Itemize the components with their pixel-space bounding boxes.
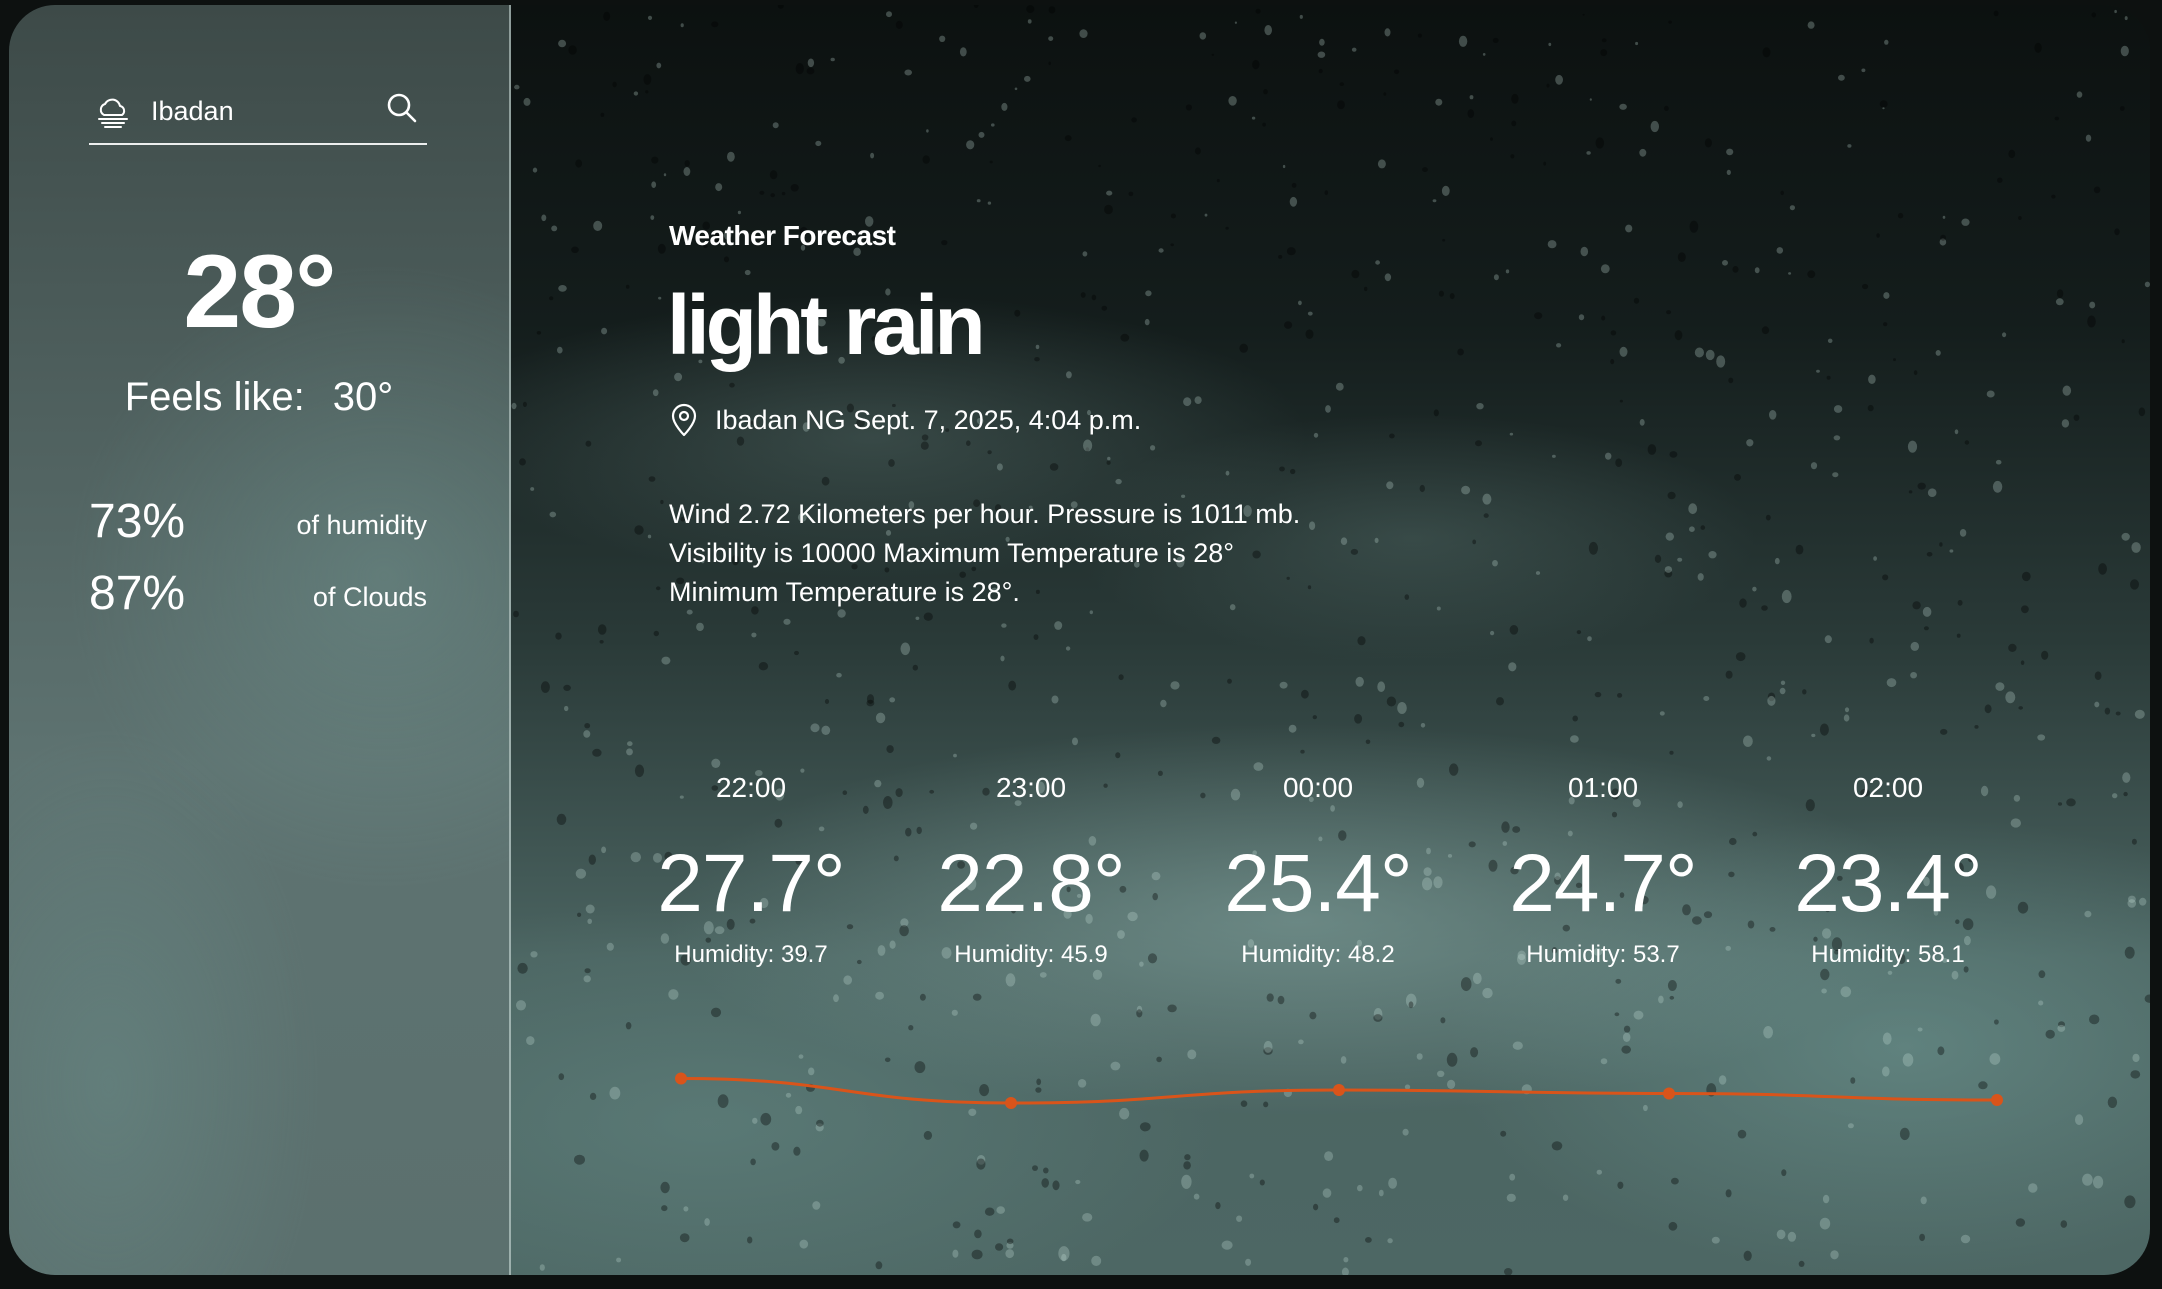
section-eyebrow: Weather Forecast	[669, 220, 896, 251]
location-datetime: Ibadan NG Sept. 7, 2025, 4:04 p.m.	[715, 404, 1142, 435]
hourly-forecast: 22:00 27.7° Humidity: 39.7 23:00 22.8° H…	[611, 770, 2111, 990]
search-bar[interactable]	[89, 85, 427, 145]
trend-point	[1005, 1097, 1017, 1109]
hourly-item: 02:00 23.4° Humidity: 58.1	[1748, 770, 2028, 970]
cloud-icon	[98, 98, 128, 128]
hourly-item: 00:00 25.4° Humidity: 48.2	[1178, 770, 1458, 970]
trend-point	[1663, 1087, 1675, 1100]
hour-temperature: 25.4°	[1224, 838, 1412, 929]
hour-temperature: 23.4°	[1794, 838, 1982, 929]
clouds-label: of Clouds	[312, 582, 427, 612]
description-line: Minimum Temperature is 28°.	[669, 577, 1020, 607]
clouds-value: 87%	[89, 567, 186, 620]
weather-condition: light rain	[667, 278, 986, 372]
hour-humidity: Humidity: 58.1	[1811, 941, 1965, 968]
hourly-item: 23:00 22.8° Humidity: 45.9	[891, 770, 1171, 970]
forecast-panel: Weather Forecast light rain Ibadan NG Se…	[511, 5, 2150, 1275]
hour-time: 00:00	[1282, 772, 1354, 803]
weather-description: Wind 2.72 Kilometers per hour. Pressure …	[669, 495, 1429, 612]
current-temperature: 28°	[183, 234, 336, 350]
hour-temperature: 22.8°	[937, 838, 1125, 929]
hour-humidity: Humidity: 45.9	[954, 941, 1108, 968]
hour-humidity: Humidity: 48.2	[1241, 941, 1395, 968]
hour-humidity: Humidity: 53.7	[1526, 941, 1680, 968]
hour-temperature: 24.7°	[1509, 838, 1697, 929]
trend-point	[675, 1072, 687, 1085]
hour-time: 01:00	[1567, 772, 1639, 803]
search-icon[interactable]	[385, 91, 419, 125]
location-pin-icon	[671, 403, 697, 437]
trend-point	[1991, 1094, 2003, 1106]
humidity-stat: 73% of humidity	[89, 494, 427, 550]
hour-time: 22:00	[715, 772, 787, 803]
hour-temperature: 27.7°	[657, 838, 845, 929]
trend-point	[1333, 1084, 1345, 1096]
hourly-item: 01:00 24.7° Humidity: 53.7	[1463, 770, 1743, 970]
feels-like-value: 30°	[332, 375, 394, 419]
temperature-trend-chart	[675, 1072, 2003, 1109]
humidity-label: of humidity	[296, 510, 427, 540]
feels-like: Feels like: 30°	[9, 377, 509, 417]
search-input[interactable]	[151, 91, 371, 131]
feels-like-label: Feels like:	[124, 375, 305, 419]
app-window: 28° Feels like: 30° 73% of humidity 87% o…	[9, 5, 2150, 1275]
hourly-item: 22:00 27.7° Humidity: 39.7	[611, 770, 891, 970]
hour-time: 23:00	[995, 772, 1067, 803]
description-line: Wind 2.72 Kilometers per hour. Pressure …	[669, 499, 1301, 529]
location-line: Ibadan NG Sept. 7, 2025, 4:04 p.m.	[669, 400, 1141, 440]
hour-time: 02:00	[1852, 772, 1924, 803]
sidebar: 28° Feels like: 30° 73% of humidity 87% o…	[9, 5, 511, 1275]
hour-humidity: Humidity: 39.7	[674, 941, 828, 968]
humidity-value: 73%	[89, 495, 186, 548]
description-line: Visibility is 10000 Maximum Temperature …	[669, 538, 1235, 568]
clouds-stat: 87% of Clouds	[89, 566, 427, 622]
